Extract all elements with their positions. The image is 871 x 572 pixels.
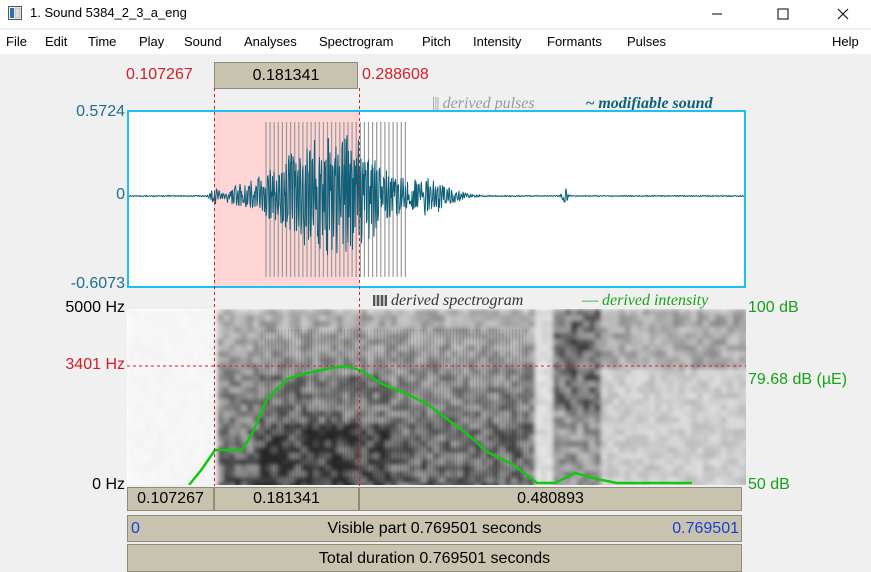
- time-bar-left[interactable]: 0.107267: [127, 487, 214, 511]
- menu-intensity[interactable]: Intensity: [473, 34, 521, 49]
- visible-end-label: 0.769501: [672, 520, 739, 537]
- time-bar-right[interactable]: 0.480893: [359, 487, 742, 511]
- window-title: 1. Sound 5384_2_3_a_eng: [30, 5, 187, 20]
- selection-cursors: [214, 88, 360, 486]
- time-bar-selection[interactable]: 0.181341: [214, 487, 359, 511]
- selection-end-label: 0.288608: [362, 66, 429, 83]
- close-icon: [837, 8, 849, 20]
- visible-start-label: 0: [131, 520, 140, 537]
- minimize-icon: [712, 13, 722, 15]
- visible-part-bar[interactable]: 0 Visible part 0.769501 seconds 0.769501: [127, 515, 742, 542]
- close-button[interactable]: [820, 0, 866, 28]
- menu-analyses[interactable]: Analyses: [244, 34, 297, 49]
- menu-edit[interactable]: Edit: [45, 34, 67, 49]
- selection-length-button[interactable]: 0.181341: [214, 62, 358, 89]
- menu-play[interactable]: Play: [139, 34, 164, 49]
- menu-help[interactable]: Help: [832, 34, 859, 49]
- menu-pitch[interactable]: Pitch: [422, 34, 451, 49]
- menu-time[interactable]: Time: [88, 34, 116, 49]
- menu-pulses[interactable]: Pulses: [627, 34, 666, 49]
- menu-sound[interactable]: Sound: [184, 34, 222, 49]
- visible-part-label: Visible part 0.769501 seconds: [327, 520, 542, 537]
- menu-spectrogram[interactable]: Spectrogram: [319, 34, 393, 49]
- minimize-button[interactable]: [694, 0, 740, 28]
- selection-start-label: 0.107267: [126, 66, 193, 83]
- maximize-button[interactable]: [760, 0, 806, 28]
- maximize-icon: [777, 8, 789, 20]
- app-icon: [8, 6, 22, 20]
- total-duration-bar[interactable]: Total duration 0.769501 seconds: [127, 544, 742, 572]
- menu-file[interactable]: File: [6, 34, 27, 49]
- menu-formants[interactable]: Formants: [547, 34, 602, 49]
